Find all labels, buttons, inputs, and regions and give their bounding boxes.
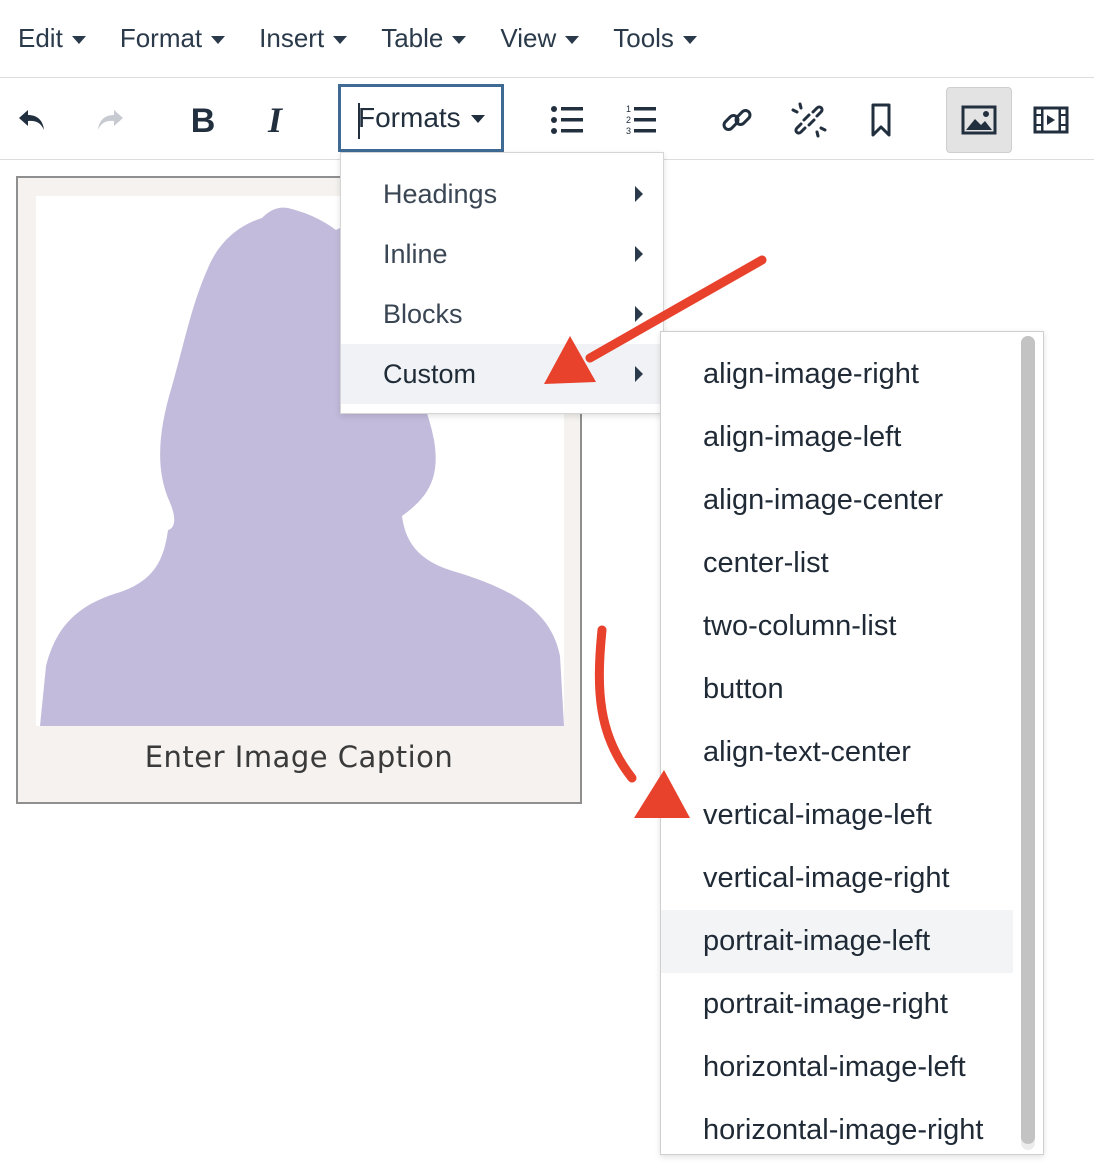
submenu-item-label: align-image-center (703, 484, 944, 516)
submenu-item[interactable]: button (661, 658, 1013, 721)
submenu-item[interactable]: align-image-left (661, 406, 1013, 469)
submenu-item[interactable]: horizontal-image-left (661, 1036, 1013, 1099)
redo-button[interactable] (76, 88, 140, 152)
bookmark-button[interactable] (849, 88, 913, 152)
submenu-item-label: button (703, 673, 784, 705)
menu-insert-label: Insert (259, 23, 325, 53)
submenu-item[interactable]: vertical-image-left (661, 784, 1013, 847)
submenu-item[interactable]: two-column-list (661, 595, 1013, 658)
chevron-down-icon (682, 35, 697, 44)
svg-text:I: I (267, 102, 284, 138)
submenu-item-label: align-image-right (703, 358, 919, 390)
dropdown-item-blocks[interactable]: Blocks (341, 284, 663, 344)
submenu-item[interactable]: align-image-center (661, 469, 1013, 532)
bullet-list-icon (551, 106, 583, 134)
submenu-item[interactable]: portrait-image-right (661, 973, 1013, 1036)
svg-text:B: B (191, 102, 216, 138)
chevron-down-icon (71, 35, 86, 44)
submenu-item[interactable]: center-list (661, 532, 1013, 595)
dropdown-item-inline[interactable]: Inline (341, 224, 663, 284)
submenu-scrollbar[interactable] (1021, 336, 1035, 1150)
dropdown-item-custom[interactable]: Custom (341, 344, 663, 404)
svg-text:2: 2 (626, 115, 631, 125)
chevron-down-icon (565, 35, 580, 44)
menu-tools-label: Tools (613, 23, 674, 53)
formats-dropdown: Headings Inline Blocks Custom (340, 152, 664, 414)
dropdown-item-label: Inline (383, 238, 448, 269)
chevron-right-icon (635, 366, 643, 382)
unlink-icon (791, 102, 827, 138)
media-icon (1033, 106, 1069, 134)
media-button[interactable] (1019, 88, 1083, 152)
dropdown-item-label: Custom (383, 358, 477, 389)
bold-icon: B (191, 102, 216, 138)
chevron-down-icon (211, 35, 226, 44)
chevron-right-icon (635, 186, 643, 202)
chevron-down-icon (333, 35, 348, 44)
submenu-item[interactable]: vertical-image-right (661, 847, 1013, 910)
dropdown-item-label: Blocks (383, 298, 463, 329)
toolbar: B I Formats 1 2 3 (0, 78, 1094, 160)
menu-table[interactable]: Table (381, 23, 467, 54)
image-button[interactable] (946, 87, 1012, 153)
custom-submenu: align-image-right align-image-left align… (660, 331, 1044, 1155)
menu-format[interactable]: Format (119, 23, 226, 54)
chevron-down-icon (452, 35, 467, 44)
italic-icon: I (267, 102, 284, 138)
menu-view-label: View (500, 23, 557, 53)
scrollbar-thumb[interactable] (1021, 336, 1035, 1144)
submenu-item[interactable]: align-text-center (661, 721, 1013, 784)
svg-text:3: 3 (626, 126, 631, 136)
menu-tools[interactable]: Tools (613, 23, 697, 54)
numbered-list-icon: 1 2 3 (626, 104, 656, 136)
dropdown-item-headings[interactable]: Headings (341, 164, 663, 224)
menu-insert[interactable]: Insert (259, 23, 348, 54)
bookmark-icon (871, 103, 891, 137)
text-cursor (358, 103, 360, 139)
submenu-item[interactable]: horizontal-image-right (661, 1099, 1013, 1154)
svg-text:1: 1 (626, 104, 631, 114)
menu-edit[interactable]: Edit (18, 23, 86, 54)
dropdown-item-label: Headings (383, 178, 498, 209)
link-icon (722, 109, 752, 131)
chevron-down-icon (470, 115, 485, 123)
menubar: Edit Format Insert Table View Tools (0, 0, 1094, 78)
image-icon (961, 105, 997, 135)
submenu-item-label: vertical-image-right (703, 862, 950, 894)
submenu-item[interactable]: align-image-right (661, 343, 1013, 406)
submenu-item-hovered[interactable]: portrait-image-left (661, 910, 1013, 973)
submenu-item-label: horizontal-image-left (703, 1051, 966, 1083)
numbered-list-button[interactable]: 1 2 3 (608, 88, 672, 152)
unlink-button[interactable] (777, 88, 841, 152)
link-button[interactable] (705, 88, 769, 152)
submenu-item-label: align-text-center (703, 736, 911, 768)
menu-edit-label: Edit (18, 23, 63, 53)
undo-icon (19, 110, 44, 130)
submenu-item-label: portrait-image-left (703, 925, 931, 957)
formats-button[interactable]: Formats (338, 84, 504, 152)
chevron-right-icon (635, 246, 643, 262)
chevron-right-icon (635, 306, 643, 322)
submenu-item-label: horizontal-image-right (703, 1114, 984, 1146)
submenu-item-label: align-image-left (703, 421, 902, 453)
submenu-item-label: two-column-list (703, 610, 897, 642)
image-caption[interactable]: Enter Image Caption (18, 740, 580, 774)
submenu-item-label: vertical-image-left (703, 799, 932, 831)
bullet-list-button[interactable] (535, 88, 599, 152)
bold-button[interactable]: B (171, 88, 235, 152)
undo-button[interactable] (2, 88, 66, 152)
formats-label: Formats (358, 102, 461, 133)
menu-table-label: Table (381, 23, 444, 53)
redo-icon (98, 110, 123, 130)
italic-button[interactable]: I (243, 88, 307, 152)
submenu-item-label: portrait-image-right (703, 988, 948, 1020)
submenu-item-label: center-list (703, 547, 829, 579)
menu-view[interactable]: View (500, 23, 580, 54)
menu-format-label: Format (119, 23, 203, 53)
